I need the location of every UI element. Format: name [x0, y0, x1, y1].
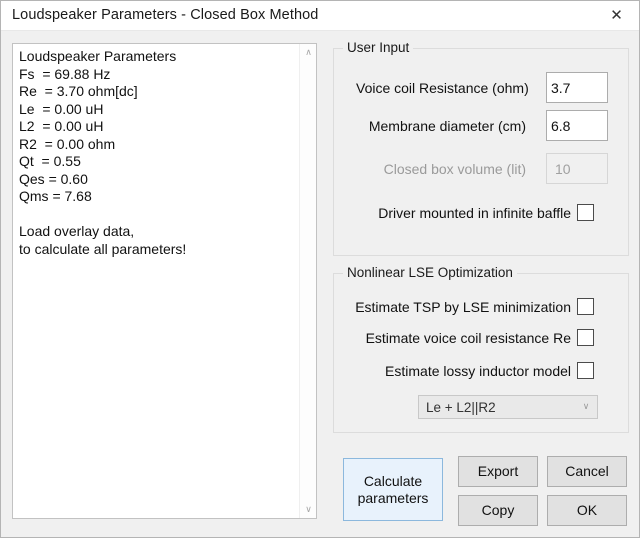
copy-button[interactable]: Copy [458, 495, 538, 526]
checkbox-estimate-lossy-inductor[interactable] [577, 362, 594, 379]
window-title: Loudspeaker Parameters - Closed Box Meth… [12, 7, 318, 23]
label-estimate-lossy-inductor: Estimate lossy inductor model [341, 363, 571, 379]
select-inductor-model-value: Le + L2||R2 [419, 400, 575, 415]
title-bar: Loudspeaker Parameters - Closed Box Meth… [1, 1, 639, 31]
parameters-scrollbar[interactable]: ∧ ∨ [299, 44, 316, 518]
input-voice-coil-resistance[interactable] [546, 72, 608, 103]
label-estimate-re: Estimate voice coil resistance Re [341, 330, 571, 346]
checkbox-estimate-tsp[interactable] [577, 298, 594, 315]
close-button[interactable]: ✕ [594, 1, 639, 30]
label-estimate-tsp: Estimate TSP by LSE minimization [341, 299, 571, 315]
input-membrane-diameter[interactable] [546, 110, 608, 141]
label-voice-coil-resistance: Voice coil Resistance (ohm) [356, 80, 526, 96]
calculate-parameters-button[interactable]: Calculate parameters [343, 458, 443, 521]
export-button[interactable]: Export [458, 456, 538, 487]
checkbox-estimate-re[interactable] [577, 329, 594, 346]
group-user-input-title: User Input [343, 40, 413, 55]
close-icon: ✕ [610, 8, 623, 23]
scroll-up-icon[interactable]: ∧ [300, 44, 317, 61]
calculate-button-label-line1: Calculate [364, 473, 422, 489]
ok-button[interactable]: OK [547, 495, 627, 526]
label-membrane-diameter: Membrane diameter (cm) [356, 118, 526, 134]
checkbox-infinite-baffle[interactable] [577, 204, 594, 221]
label-closed-box-volume: Closed box volume (lit) [356, 161, 526, 177]
loudspeaker-parameters-text: Loudspeaker Parameters Fs = 69.88 Hz Re … [19, 48, 294, 258]
label-infinite-baffle: Driver mounted in infinite baffle [341, 205, 571, 221]
input-closed-box-volume[interactable] [546, 153, 608, 184]
loudspeaker-parameters-textarea[interactable]: Loudspeaker Parameters Fs = 69.88 Hz Re … [12, 43, 317, 519]
dialog-window: Loudspeaker Parameters - Closed Box Meth… [0, 0, 640, 538]
calculate-button-label-line2: parameters [358, 490, 429, 506]
cancel-button[interactable]: Cancel [547, 456, 627, 487]
group-lse-optimization-title: Nonlinear LSE Optimization [343, 265, 517, 280]
chevron-down-icon: ∨ [575, 402, 597, 412]
scroll-down-icon[interactable]: ∨ [300, 501, 317, 518]
select-inductor-model[interactable]: Le + L2||R2 ∨ [418, 395, 598, 419]
